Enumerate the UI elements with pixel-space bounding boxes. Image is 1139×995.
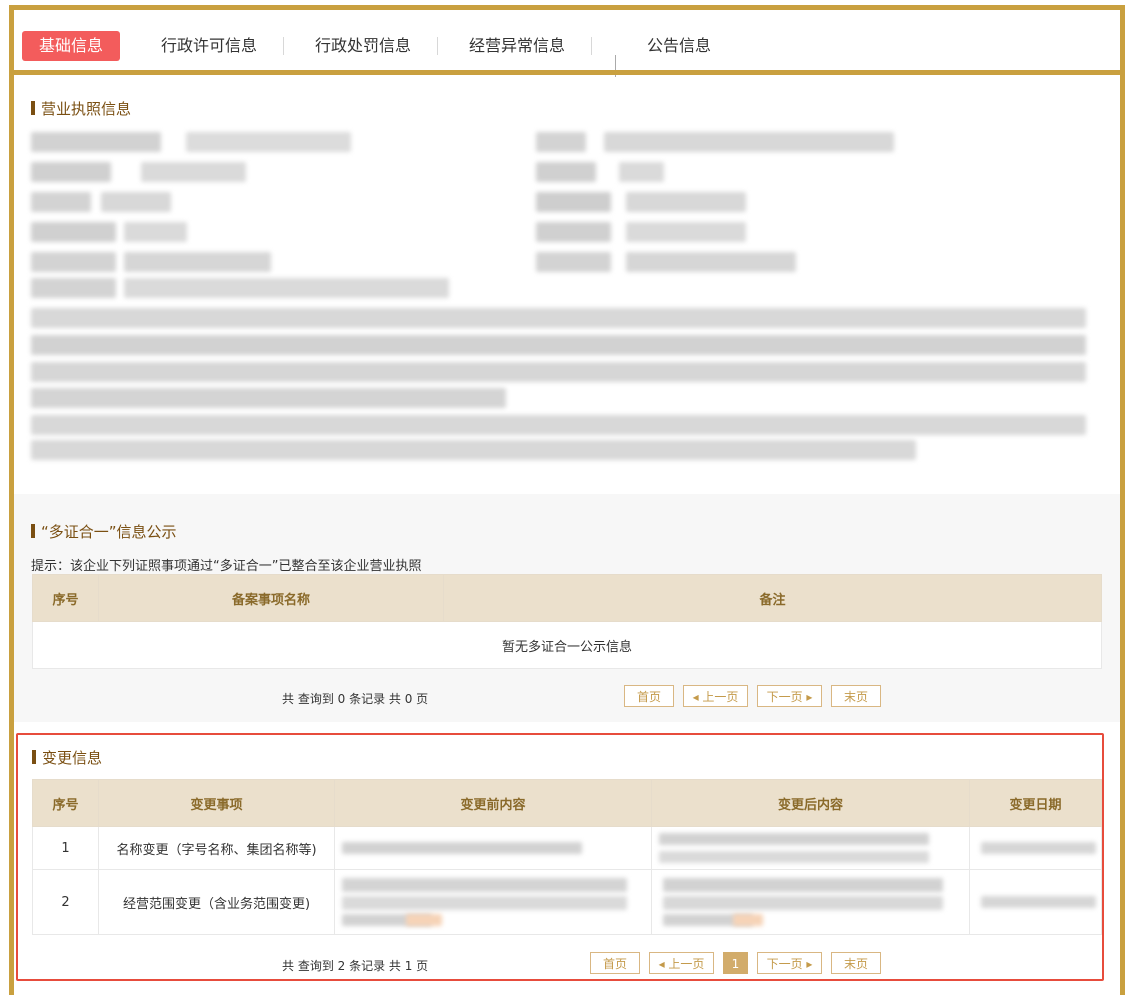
tab-basic-info[interactable]: 基础信息 [22,31,120,61]
tab-abnormal-operation[interactable]: 经营异常信息 [462,31,572,61]
tab-underline [14,70,1120,75]
column-header: 序号 [32,574,99,622]
tab-divider [283,37,284,55]
next-page-label: 下一页 [766,690,803,704]
highlight-box [16,733,1104,981]
caret-right-icon: ▸ [802,690,813,704]
next-page-button[interactable]: 下一页 ▸ [757,685,822,707]
table-header-row: 序号 备案事项名称 备注 [32,574,1102,622]
multi-cert-hint: 提示：该企业下列证照事项通过“多证合一”已整合至该企业营业执照 [31,559,422,574]
prev-page-label: 上一页 [702,690,739,704]
caret-left-icon: ◂ [692,690,703,704]
tab-admin-license[interactable]: 行政许可信息 [154,31,264,61]
tab-bar: 基础信息 行政许可信息 行政处罚信息 经营异常信息 公告信息 [14,10,1120,77]
section-title-multi-cert: “多证合一”信息公示 [31,521,177,542]
prev-page-button[interactable]: ◂ 上一页 [683,685,748,707]
tab-divider [591,37,592,55]
tab-divider [437,37,438,55]
multi-cert-table: 序号 备案事项名称 备注 暂无多证合一公示信息 [32,574,1102,669]
empty-message: 暂无多证合一公示信息 [32,621,1102,669]
table-row: 暂无多证合一公示信息 [32,621,1102,669]
column-header: 备案事项名称 [98,574,444,622]
section-title-text: “多证合一”信息公示 [41,523,177,541]
tab-admin-penalty[interactable]: 行政处罚信息 [308,31,418,61]
tab-announcement[interactable]: 公告信息 [634,31,724,61]
section-marker [31,101,35,115]
section-title-license: 营业执照信息 [31,98,131,119]
column-header: 备注 [443,574,1102,622]
last-page-button[interactable]: 末页 [831,685,881,707]
pager-summary: 共 查询到 0 条记录 共 0 页 [282,692,429,706]
first-page-button[interactable]: 首页 [624,685,674,707]
section-marker [31,524,35,538]
section-title-text: 营业执照信息 [41,100,132,118]
